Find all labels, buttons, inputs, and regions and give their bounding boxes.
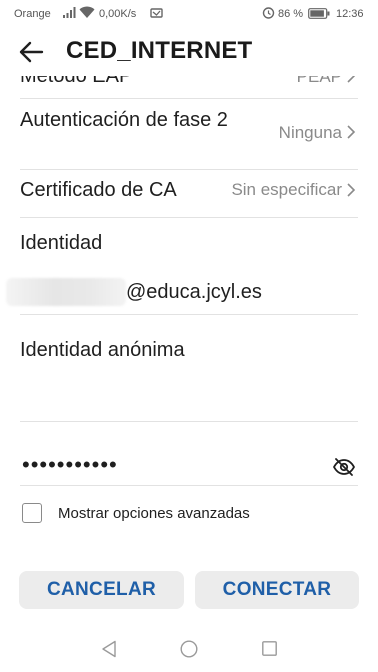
nav-recent-apps-icon[interactable] <box>262 641 277 656</box>
identity-label-row: Identidad <box>0 231 378 257</box>
identity-label: Identidad <box>20 232 103 254</box>
alarm-icon <box>262 7 275 19</box>
anonymous-identity-label-row: Identidad anónima <box>0 338 378 364</box>
battery-icon <box>308 8 330 19</box>
nav-home-icon[interactable] <box>180 640 198 658</box>
ca-certificate-label: Certificado de CA <box>20 179 177 201</box>
redacted-username <box>6 278 126 306</box>
anonymous-identity-label: Identidad anónima <box>20 339 185 361</box>
ca-certificate-value: Sin especificar <box>231 180 342 199</box>
battery-percent: 86 % <box>278 8 304 20</box>
wifi-config-form: Método EAP PEAP Autenticación de fase 2 … <box>0 76 378 546</box>
password-masked-value: ••••••••••• <box>22 452 118 477</box>
eye-off-icon[interactable] <box>332 457 356 477</box>
network-speed: 0,00K/s <box>99 8 137 20</box>
identity-input[interactable]: @educa.jcyl.es <box>0 276 378 312</box>
chevron-right-icon <box>347 125 356 139</box>
cancel-button[interactable]: CANCELAR <box>19 571 184 609</box>
eap-method-label: Método EAP <box>20 76 133 87</box>
wifi-icon <box>79 6 95 18</box>
status-bar: Orange 0,00K/s 86 % 12:36 <box>0 0 378 26</box>
phase2-auth-label: Autenticación de fase 2 <box>20 109 228 131</box>
advanced-options-row[interactable]: Mostrar opciones avanzadas <box>0 503 378 527</box>
carrier-name: Orange <box>14 8 51 20</box>
divider <box>20 169 358 170</box>
phase2-auth-value: Ninguna <box>278 123 342 142</box>
advanced-options-checkbox[interactable] <box>22 503 42 523</box>
system-nav-bar <box>0 624 378 672</box>
divider <box>20 217 358 218</box>
notification-icon <box>150 8 163 18</box>
eap-method-row[interactable]: Método EAP PEAP <box>0 76 378 94</box>
back-arrow-icon[interactable] <box>18 40 44 64</box>
chevron-right-icon <box>347 183 356 197</box>
connect-button[interactable]: CONECTAR <box>195 571 359 609</box>
clock: 12:36 <box>336 8 364 20</box>
anonymous-identity-input[interactable] <box>0 376 378 416</box>
divider <box>20 314 358 315</box>
eap-method-value: PEAP <box>296 76 342 86</box>
password-input[interactable]: ••••••••••• <box>0 452 378 486</box>
divider <box>20 421 358 422</box>
signal-icon <box>63 7 76 18</box>
phase2-auth-row[interactable]: Autenticación de fase 2 Ninguna <box>0 108 378 162</box>
divider <box>20 485 358 486</box>
advanced-options-label: Mostrar opciones avanzadas <box>58 505 250 522</box>
divider <box>20 98 358 99</box>
page-title: CED_INTERNET <box>66 37 253 64</box>
ca-certificate-row[interactable]: Certificado de CA Sin especificar <box>0 176 378 212</box>
app-bar: CED_INTERNET <box>0 26 378 76</box>
identity-domain: @educa.jcyl.es <box>126 281 262 303</box>
nav-back-icon[interactable] <box>101 640 117 658</box>
chevron-right-icon <box>347 76 356 83</box>
